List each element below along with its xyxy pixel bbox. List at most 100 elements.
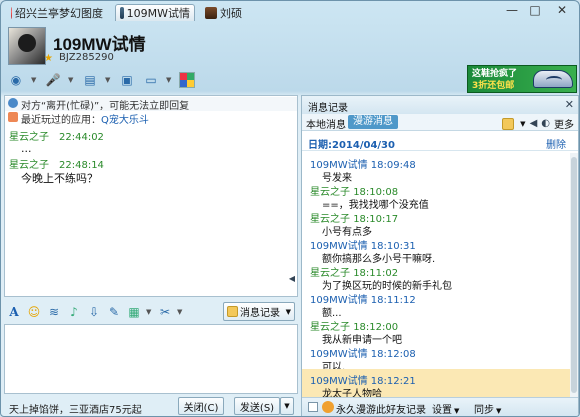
history-entry: 109MW试情 18:09:48 号发来 [302,153,570,184]
history-footer: 永久漫游此好友记录 设置 ▼ 同步 ▼ [302,397,578,416]
history-entry: 星云之子 18:10:08 ==，我找找哪个没充值 [302,180,570,211]
history-entry: 星云之子 18:10:17 小号有点多 [302,207,570,238]
info-icon [8,98,18,108]
contact-id: BJZ285290 [59,52,114,63]
history-tools: ▼ ◀ ◐ 更多 [502,116,574,131]
calendar-icon[interactable] [502,117,515,130]
tab-label: 109MW试情 [126,7,190,20]
close-window-button[interactable]: ✕ [547,3,577,19]
close-button[interactable]: 关闭(C) [178,397,224,415]
sync-label: 同步 [474,405,494,416]
history-entry: 星云之子 18:12:00 我从新申请一个吧 [302,315,570,346]
chevron-down-icon[interactable]: ▼ [105,76,112,84]
tab-roaming-messages[interactable]: 漫游消息 [348,115,398,129]
chat-window: 绍兴兰亭梦幻图度 109MW试情 刘硕 — □ ✕ 109MW试情 ★ BJZ2… [0,0,580,417]
message-history-button[interactable]: 消息记录 ▼ [223,302,295,321]
chevron-down-icon: ▼ [496,407,502,415]
chevron-down-icon[interactable]: ▼ [146,308,153,316]
roam-label: 永久漫游此好友记录 [336,405,426,416]
message-time: 22:44:02 [59,132,104,143]
speaker-icon[interactable]: ◐ [541,118,550,129]
chevron-down-icon[interactable]: ▼ [31,76,38,84]
roam-icon [322,401,334,413]
history-scrollbar[interactable] [570,153,578,397]
ad-text-link[interactable]: 天上掉馅饼，三亚酒店75元起 [9,401,142,416]
edit-icon[interactable]: ✎ [106,304,122,320]
history-button-label: 消息记录 [240,308,280,319]
history-entry: 星云之子 18:11:02 为了换区玩的时候的新手礼包 [302,261,570,292]
screenshot-icon[interactable]: ✂ [157,304,173,320]
history-list[interactable]: 109MW试情 18:09:48 号发来 星云之子 18:10:08 ==，我找… [302,153,570,397]
maximize-button[interactable]: □ [524,3,546,19]
chevron-down-icon[interactable]: ▼ [166,76,173,84]
screen-share-icon[interactable]: ▭ [142,71,160,89]
message-header: 星云之子 22:48:14 [9,156,104,171]
back-icon[interactable]: ◀ [530,118,538,129]
settings-menu[interactable]: 设置 ▼ [432,401,459,416]
history-tabs: 本地消息 漫游消息 ▼ ◀ ◐ 更多 [302,114,578,131]
tab-contact-liushuo[interactable]: 刘硕 [201,4,251,21]
window-controls: — □ ✕ [501,3,577,19]
tab-label: 绍兴兰亭梦幻图度 [15,6,103,20]
history-icon [227,306,238,317]
history-entry: 109MW试情 18:11:12 额... [302,288,570,319]
remote-assist-icon[interactable]: ▣ [118,71,136,89]
chevron-down-icon[interactable]: ▼ [177,308,184,316]
history-date-row: 日期:2014/04/30 删除 [302,133,578,151]
image-icon[interactable]: ▦ [126,304,142,320]
contact-avatar-icon [205,6,217,19]
history-entry: 109MW试情 18:10:31 额你搞那么多小号干嘛呀. [302,234,570,265]
history-text: 龙太子人物哈 [322,389,382,397]
away-notice: 对方“离开(忙碌)”，可能无法立即回复 [5,97,297,112]
recent-app-link[interactable]: Q宠大乐斗 [101,115,149,126]
roam-checkbox[interactable] [308,402,318,412]
collapse-arrow-icon[interactable]: ◀ [289,274,295,283]
delete-link[interactable]: 删除 [546,136,566,151]
ad-banner[interactable]: 这鞋抢疯了 3折还包邮 [467,65,577,93]
chevron-down-icon: ▼ [454,407,460,415]
message-input[interactable] [4,324,298,394]
heart-icon [11,6,12,19]
history-date: 日期:2014/04/30 [308,140,395,151]
shoe-icon [533,70,573,88]
apps-icon[interactable] [179,72,195,88]
chevron-down-icon[interactable]: ▼ [520,120,525,128]
history-entry: 109MW试情 18:12:21 龙太子人物哈 [302,369,570,397]
message-header: 星云之子 22:44:02 [9,128,104,143]
contact-avatar-icon [120,7,124,19]
tab-bar: 绍兴兰亭梦幻图度 109MW试情 刘硕 — □ ✕ [1,1,579,21]
recent-app-line: 最近玩过的应用：Q宠大乐斗 [5,111,297,126]
history-panel: 消息记录 ✕ 本地消息 漫游消息 ▼ ◀ ◐ 更多 日期:2014/04/30 … [301,95,579,416]
voice-call-icon[interactable]: 🎤 [44,71,62,89]
message-text: 今晚上不练吗？ [21,172,98,185]
sync-menu[interactable]: 同步 ▼ [474,401,501,416]
more-link[interactable]: 更多 [554,116,574,131]
chevron-down-icon[interactable]: ▼ [68,76,75,84]
settings-label: 设置 [432,405,452,416]
scrollbar-thumb[interactable] [571,157,577,393]
tab-local-messages[interactable]: 本地消息 [306,116,346,131]
bottom-bar: 天上掉馅饼，三亚酒店75元起 关闭(C) 发送(S) ▼ [1,396,301,416]
top-toolbar: ◉ ▼ 🎤 ▼ ▤ ▼ ▣ ▭ ▼ [7,69,195,91]
app-icon [8,112,18,122]
minimize-button[interactable]: — [501,3,523,19]
send-options-button[interactable]: ▼ [280,397,294,415]
file-transfer-icon[interactable]: ▤ [81,71,99,89]
chevron-down-icon[interactable]: ▼ [286,308,291,316]
tab-label: 刘硕 [220,6,242,20]
emoji-icon[interactable]: ☺ [26,304,42,320]
voice-message-icon[interactable]: ♪ [66,304,82,320]
chat-message-area[interactable]: 对方“离开(忙碌)”，可能无法立即回复 最近玩过的应用：Q宠大乐斗 星云之子 22… [4,95,298,297]
contact-avatar[interactable] [8,27,46,65]
star-icon: ★ [44,53,53,64]
tab-current-contact[interactable]: 109MW试情 [115,4,195,21]
tab-group-chat[interactable]: 绍兴兰亭梦幻图度 [7,4,107,21]
send-file-icon[interactable]: ⇩ [86,304,102,320]
video-call-icon[interactable]: ◉ [7,71,25,89]
font-icon[interactable]: A [6,304,22,320]
message-text: ... [21,142,32,155]
shake-icon[interactable]: ≋ [46,304,62,320]
send-button[interactable]: 发送(S) [234,397,280,415]
history-time: 18:11:12 [370,295,416,306]
close-icon[interactable]: ✕ [565,98,574,111]
